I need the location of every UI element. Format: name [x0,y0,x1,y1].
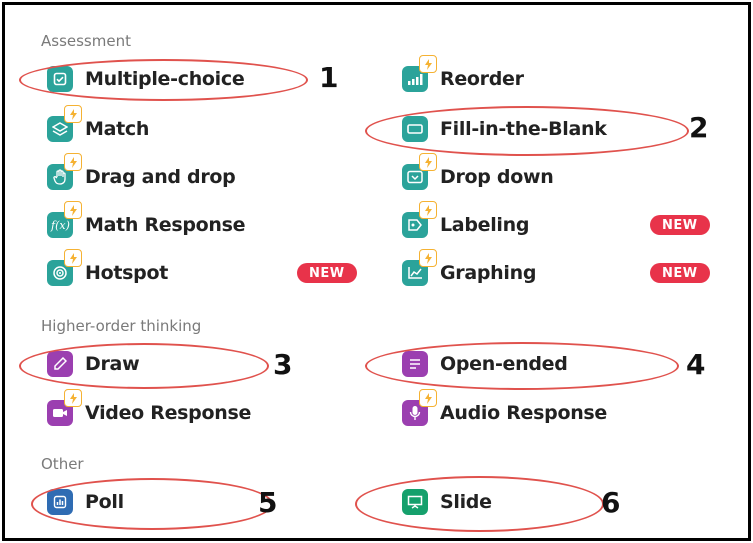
item-hotspot[interactable]: Hotspot [47,249,168,290]
bars-icon [402,55,437,92]
lightning-icon [64,105,82,123]
lightning-icon [64,389,82,407]
annotation-number-3: 3 [273,348,293,381]
svg-text:f(x): f(x) [50,219,70,232]
item-label: Hotspot [85,262,168,284]
annotation-number-6: 6 [601,486,621,519]
item-math-response[interactable]: f(x) Math Response [47,201,246,242]
item-open-ended[interactable]: Open-ended [402,347,568,381]
item-video-response[interactable]: Video Response [47,389,252,430]
lightning-icon [64,249,82,267]
item-label: Math Response [85,214,246,236]
item-label: Draw [85,353,140,375]
item-draw[interactable]: Draw [47,347,140,381]
item-label: Video Response [85,402,252,424]
item-label: Drop down [440,166,554,188]
annotation-number-2: 2 [689,111,709,144]
function-icon: f(x) [47,201,82,238]
item-label: Labeling [440,214,530,236]
annotation-number-5: 5 [258,486,278,519]
item-match[interactable]: Match [47,105,150,146]
item-label: Graphing [440,262,537,284]
item-audio-response[interactable]: Audio Response [402,389,608,430]
dropdown-icon [402,153,437,190]
item-slide[interactable]: Slide [402,485,492,519]
item-labeling[interactable]: Labeling [402,201,530,242]
layers-icon [47,105,82,142]
target-icon [47,249,82,286]
item-label: Drag and drop [85,166,236,188]
graph-icon [402,249,437,286]
item-label: Reorder [440,68,524,90]
section-title-assessment: Assessment [41,32,131,50]
item-label: Slide [440,491,492,513]
item-graphing[interactable]: Graphing [402,249,537,290]
lightning-icon [419,55,437,73]
section-title-other: Other [41,455,84,473]
presentation-icon [402,489,428,515]
item-label: Audio Response [440,402,608,424]
question-type-panel: Assessment Multiple-choice 1 Reorder Mat… [2,2,751,541]
annotation-number-1: 1 [319,61,339,94]
lightning-icon [419,389,437,407]
lightning-icon [64,201,82,219]
item-poll[interactable]: Poll [47,485,124,519]
video-icon [47,389,82,426]
new-badge: NEW [650,263,710,283]
hand-icon [47,153,82,190]
chart-icon [47,489,73,515]
item-label: Open-ended [440,353,568,375]
lightning-icon [419,249,437,267]
label-icon [402,201,437,238]
new-badge: NEW [650,215,710,235]
lightning-icon [419,201,437,219]
lightning-icon [419,153,437,171]
item-multiple-choice[interactable]: Multiple-choice [47,62,245,96]
item-drag-and-drop[interactable]: Drag and drop [47,153,236,194]
item-label: Fill-in-the-Blank [440,118,607,140]
lightning-icon [64,153,82,171]
item-label: Poll [85,491,124,513]
checkbox-icon [47,66,73,92]
mic-icon [402,389,437,426]
item-label: Multiple-choice [85,68,245,90]
annotation-number-4: 4 [686,348,706,381]
lines-icon [402,351,428,377]
textbox-icon [402,116,428,142]
pen-icon [47,351,73,377]
item-drop-down[interactable]: Drop down [402,153,554,194]
item-fill-in-the-blank[interactable]: Fill-in-the-Blank [402,112,607,146]
item-label: Match [85,118,150,140]
new-badge: NEW [297,263,357,283]
section-title-higher-order-thinking: Higher-order thinking [41,317,202,335]
item-reorder[interactable]: Reorder [402,55,524,96]
